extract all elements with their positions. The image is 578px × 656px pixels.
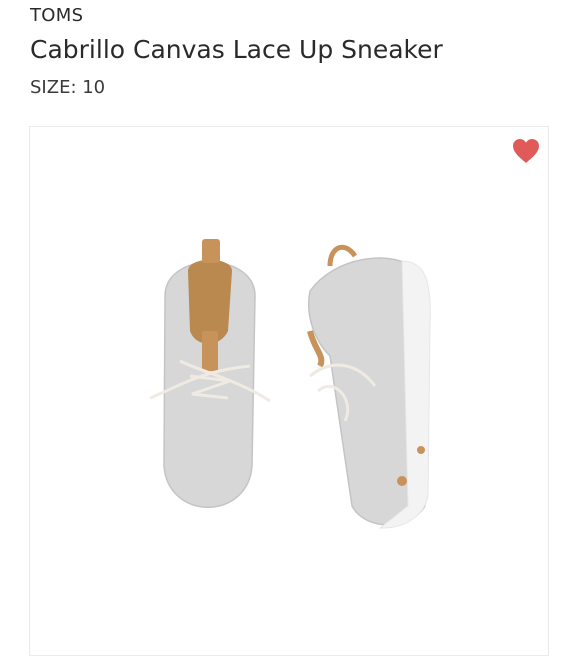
left-shoe-image: [149, 239, 271, 508]
product-title: Cabrillo Canvas Lace Up Sneaker: [30, 35, 443, 64]
favorite-button[interactable]: [512, 138, 540, 164]
brand-name: TOMS: [30, 5, 84, 26]
heart-icon: [513, 139, 539, 163]
product-image: [149, 239, 431, 529]
size-label: SIZE: 10: [30, 77, 106, 98]
right-shoe-image: [307, 244, 431, 529]
